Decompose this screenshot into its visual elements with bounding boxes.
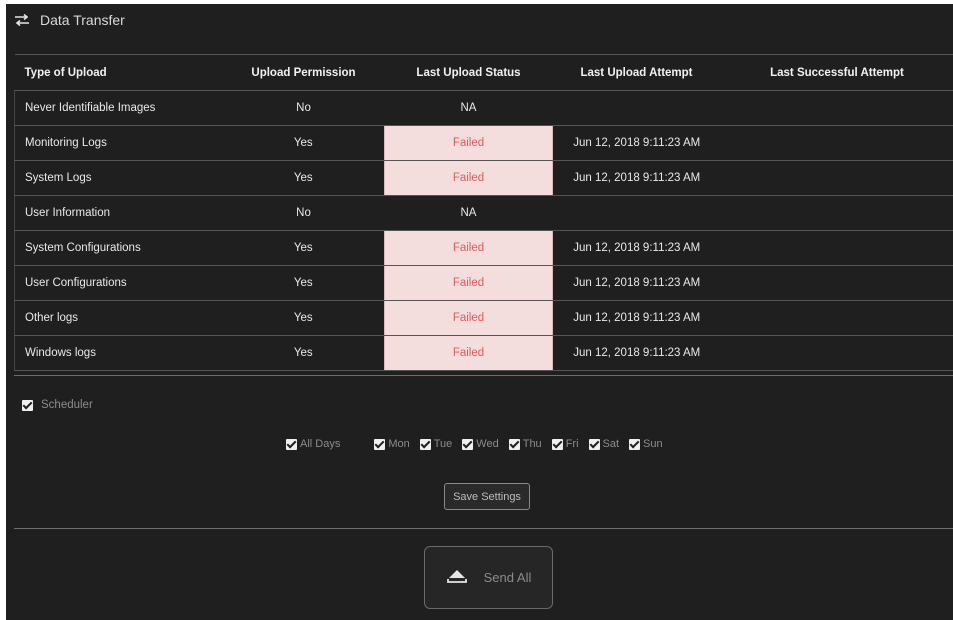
cell-type: User Information	[14, 195, 223, 231]
cell-status: Failed	[384, 160, 553, 196]
scheduler-checkbox[interactable]	[22, 399, 33, 411]
send-all-label: Send All	[483, 570, 532, 585]
cell-permission: Yes	[222, 300, 385, 336]
cell-success	[720, 195, 953, 231]
day-option-fri[interactable]: Fri	[551, 438, 579, 450]
cell-attempt: Jun 12, 2018 9:11:23 AM	[552, 125, 721, 161]
cell-type: User Configurations	[14, 265, 223, 301]
day-label-thu: Thu	[522, 438, 542, 450]
eject-upload-icon	[446, 568, 468, 587]
cell-success	[720, 160, 953, 196]
cell-type: System Logs	[14, 160, 223, 196]
table-row: System Logs Yes Failed Jun 12, 2018 9:11:23…	[14, 160, 953, 196]
upload-table-container: Type of Upload Upload Permission Last Up…	[14, 54, 953, 371]
cell-type: Other logs	[14, 300, 223, 336]
table-row: User Information No NA	[14, 195, 953, 231]
cell-type: Never Identifiable Images	[14, 90, 223, 126]
day-label-mon: Mon	[388, 438, 410, 450]
cell-permission: No	[222, 195, 385, 231]
table-row: Monitoring Logs Yes Failed Jun 12, 2018 9:1…	[14, 125, 953, 161]
cell-type: System Configurations	[14, 230, 223, 266]
table-row: Windows logs Yes Failed Jun 12, 2018 9:11:2…	[14, 335, 953, 371]
save-settings-button[interactable]: Save Settings	[444, 483, 530, 510]
cell-permission: No	[222, 90, 385, 126]
scheduler-toggle[interactable]: Scheduler	[22, 399, 93, 411]
day-option-sun[interactable]: Sun	[629, 438, 663, 450]
cell-status: NA	[384, 195, 553, 231]
cell-attempt: Jun 12, 2018 9:11:23 AM	[552, 300, 721, 336]
cell-status: Failed	[384, 230, 553, 266]
cell-status: Failed	[384, 335, 553, 371]
table-row: Never Identifiable Images No NA	[14, 90, 953, 126]
cell-permission: Yes	[222, 160, 385, 196]
cell-permission: Yes	[222, 335, 385, 371]
column-header-type: Type of Upload	[14, 54, 223, 91]
cell-attempt: Jun 12, 2018 9:11:23 AM	[552, 335, 721, 371]
scheduler-label: Scheduler	[41, 399, 93, 411]
section-divider	[14, 375, 953, 376]
table-body: Never Identifiable Images No NA Monitoring …	[14, 90, 953, 371]
day-selector: All Days Mon Tue Wed Thu Fri Sat Sun	[286, 438, 673, 450]
cell-attempt: Jun 12, 2018 9:11:23 AM	[552, 160, 721, 196]
day-label-sat: Sat	[602, 438, 620, 450]
day-label-wed: Wed	[476, 438, 499, 450]
page-title: Data Transfer	[40, 12, 125, 28]
cell-type: Windows logs	[14, 335, 223, 371]
panel-header: Data Transfer	[14, 9, 125, 31]
day-label-sun: Sun	[643, 438, 663, 450]
cell-status: Failed	[384, 265, 553, 301]
day-option-thu[interactable]: Thu	[508, 438, 542, 450]
cell-success	[720, 265, 953, 301]
all-days-checkbox[interactable]	[286, 438, 297, 450]
cell-success	[720, 90, 953, 126]
day-label-fri: Fri	[565, 438, 579, 450]
column-header-status: Last Upload Status	[384, 54, 553, 91]
day-option-tue[interactable]: Tue	[419, 438, 453, 450]
cell-success	[720, 125, 953, 161]
transfer-arrows-icon	[14, 14, 30, 26]
cell-attempt: Jun 12, 2018 9:11:23 AM	[552, 265, 721, 301]
day-option-mon[interactable]: Mon	[374, 438, 410, 450]
day-checkbox-sun[interactable]	[629, 438, 641, 450]
upload-table: Type of Upload Upload Permission Last Up…	[14, 54, 953, 371]
day-label-tue: Tue	[433, 438, 453, 450]
table-header-row: Type of Upload Upload Permission Last Up…	[14, 54, 953, 91]
day-checkbox-sat[interactable]	[588, 438, 600, 450]
cell-success	[720, 230, 953, 266]
day-checkbox-tue[interactable]	[419, 438, 431, 450]
cell-permission: Yes	[222, 125, 385, 161]
all-days-option[interactable]: All Days	[286, 438, 340, 450]
column-header-permission: Upload Permission	[222, 54, 385, 91]
send-all-button[interactable]: Send All	[424, 546, 553, 609]
cell-attempt: Jun 12, 2018 9:11:23 AM	[552, 230, 721, 266]
cell-success	[720, 335, 953, 371]
data-transfer-panel: Data Transfer Type of Upload Upload Perm…	[6, 4, 953, 620]
day-option-sat[interactable]: Sat	[588, 438, 620, 450]
day-checkbox-thu[interactable]	[508, 438, 520, 450]
cell-attempt	[552, 195, 721, 231]
cell-permission: Yes	[222, 265, 385, 301]
day-checkbox-wed[interactable]	[462, 438, 474, 450]
table-row: System Configurations Yes Failed Jun 12, 20…	[14, 230, 953, 266]
column-header-attempt: Last Upload Attempt	[552, 54, 721, 91]
day-checkbox-mon[interactable]	[374, 438, 386, 450]
cell-type: Monitoring Logs	[14, 125, 223, 161]
all-days-label: All Days	[300, 438, 341, 450]
cell-status: Failed	[384, 300, 553, 336]
footer-divider	[14, 528, 953, 529]
cell-permission: Yes	[222, 230, 385, 266]
cell-status: Failed	[384, 125, 553, 161]
cell-status: NA	[384, 90, 553, 126]
day-checkbox-fri[interactable]	[551, 438, 563, 450]
cell-attempt	[552, 90, 721, 126]
table-row: User Configurations Yes Failed Jun 12, 2018…	[14, 265, 953, 301]
cell-success	[720, 300, 953, 336]
day-option-wed[interactable]: Wed	[462, 438, 499, 450]
column-header-success: Last Successful Attempt	[720, 54, 953, 91]
table-row: Other logs Yes Failed Jun 12, 2018 9:11:23 …	[14, 300, 953, 336]
